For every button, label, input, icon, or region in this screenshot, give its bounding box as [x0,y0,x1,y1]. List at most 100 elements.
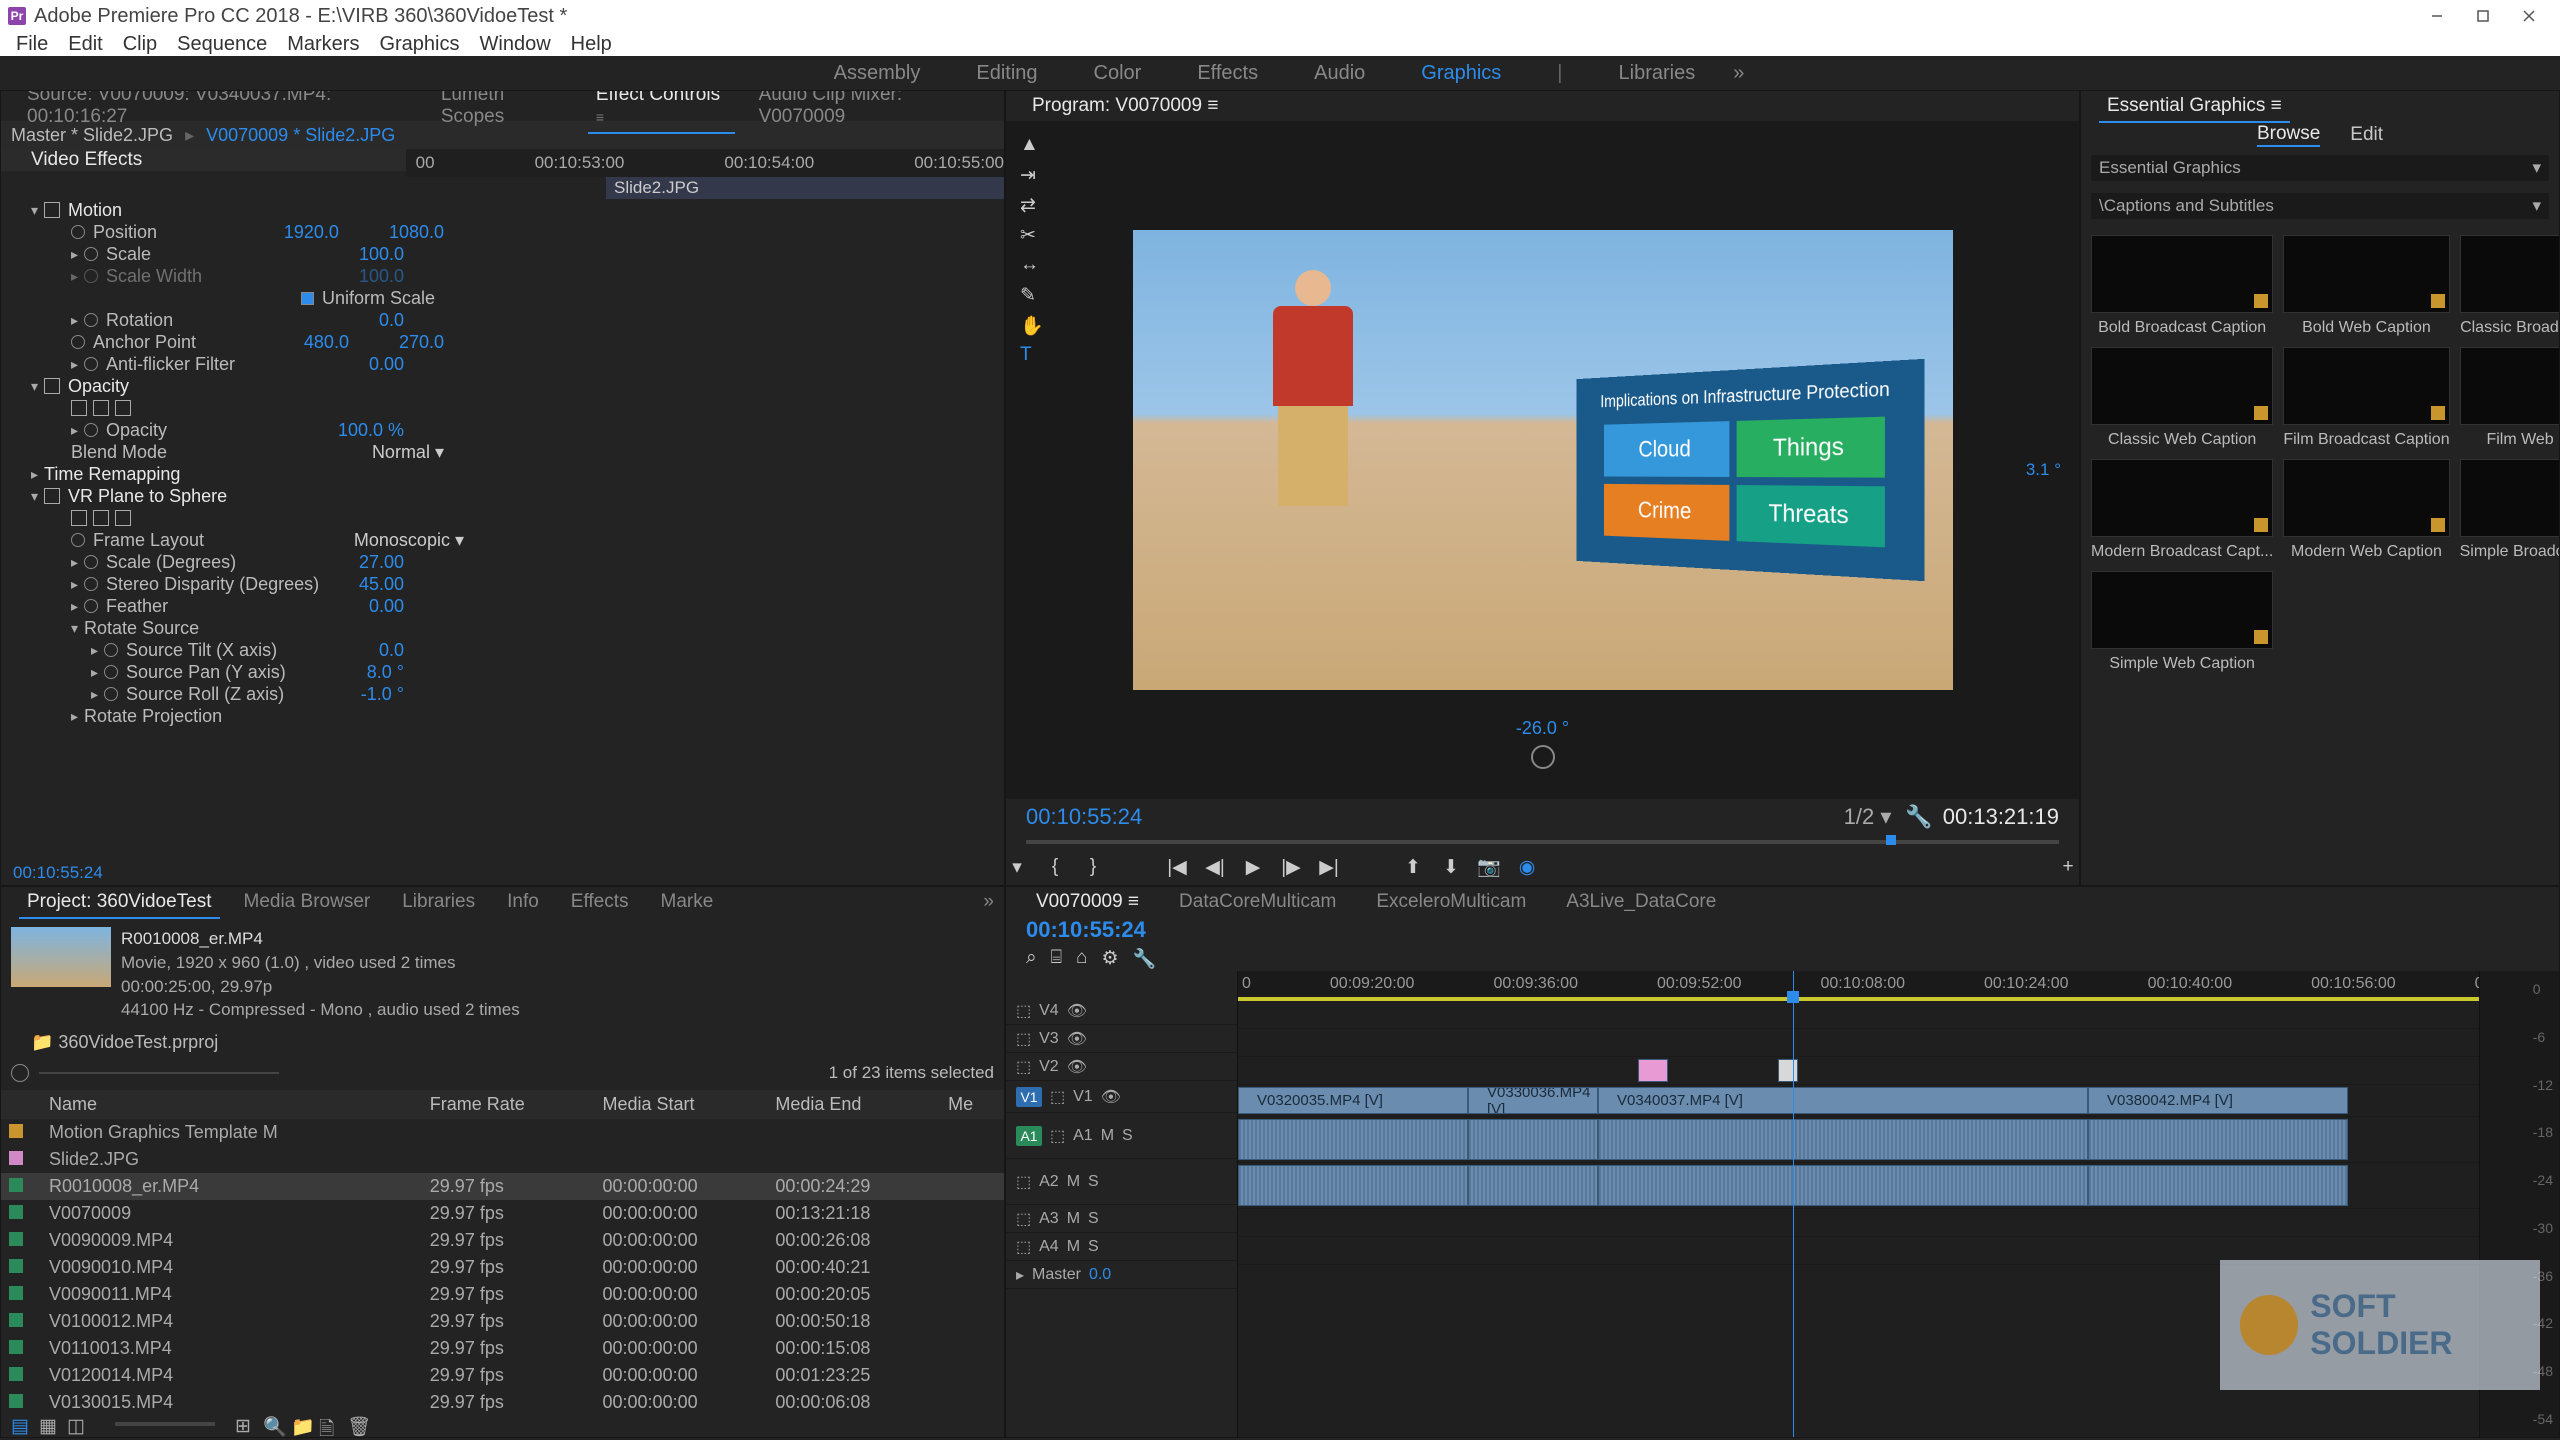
ec-tilt-v[interactable]: 0.0 [379,640,404,661]
stopwatch-icon[interactable] [84,555,98,569]
track-select-icon[interactable]: ⇥ [1020,164,1040,184]
stopwatch-icon[interactable] [84,577,98,591]
ec-position-x[interactable]: 1920.0 [284,222,339,242]
timeline-clip[interactable]: V0330036.MP4 [V] [1468,1087,1598,1114]
project-clip-thumbnail[interactable] [11,927,111,987]
goto-out-button[interactable]: ▶| [1318,856,1340,878]
stopwatch-icon[interactable] [71,533,85,547]
menu-clip[interactable]: Clip [113,33,167,56]
ec-motion[interactable]: Motion [68,200,122,221]
add-marker-button[interactable]: ▾ [1006,856,1028,878]
vr-toggle-button[interactable]: ◉ [1516,856,1538,878]
timeline-clip[interactable] [1638,1059,1668,1082]
stopwatch-icon[interactable] [104,643,118,657]
track-head-master[interactable]: ▸Master0.0 [1006,1261,1237,1289]
workspace-audio[interactable]: Audio [1286,62,1393,85]
project-row[interactable]: Motion Graphics Template M [1,1119,1004,1146]
ec-scale-v[interactable]: 100.0 [359,244,404,265]
stopwatch-icon[interactable] [84,357,98,371]
new-item-button[interactable]: 🗎 [319,1415,337,1433]
workspace-effects[interactable]: Effects [1169,62,1286,85]
ec-vr-plane[interactable]: VR Plane to Sphere [68,486,227,507]
razor-tool-icon[interactable]: ✂ [1020,224,1040,244]
step-fwd-button[interactable]: |▶ [1280,856,1302,878]
search-icon[interactable] [11,1064,29,1082]
button-editor-button[interactable]: + [2057,856,2079,878]
eg-template-item[interactable]: Bold Web Caption [2283,235,2449,337]
hand-tool-icon[interactable]: ✋ [1020,314,1040,334]
project-row[interactable]: V0130015.MP429.97 fps00:00:00:0000:00:06… [1,1389,1004,1411]
mark-in-button[interactable]: { [1044,856,1066,878]
extract-button[interactable]: ⬇ [1440,856,1462,878]
workspace-assembly[interactable]: Assembly [806,62,949,85]
pen-mask-icon[interactable] [115,510,131,526]
ec-frame-dropdown[interactable]: Monoscopic ▾ [354,530,464,551]
ec-anchor-x[interactable]: 480.0 [304,332,349,352]
workspace-editing[interactable]: Editing [948,62,1065,85]
timeline-clip[interactable]: V0380042.MP4 [V] [2088,1087,2348,1114]
timeline-audio-clip[interactable] [1598,1119,2088,1160]
track-head-a1[interactable]: A1⬚A1MS [1006,1113,1237,1159]
ec-pan-v[interactable]: 8.0 ° [367,662,404,683]
export-frame-button[interactable]: 📷 [1478,856,1500,878]
wrench-icon[interactable]: 🔧 [1133,947,1157,971]
ellipse-mask-icon[interactable] [71,510,87,526]
stopwatch-icon[interactable] [104,687,118,701]
project-row[interactable]: V0120014.MP429.97 fps00:00:00:0000:01:23… [1,1362,1004,1389]
track-head-a2[interactable]: ⬚A2MS [1006,1159,1237,1205]
eg-template-item[interactable]: Modern Web Caption [2283,459,2449,561]
timeline-audio-clip[interactable] [2088,1119,2348,1160]
ripple-tool-icon[interactable]: ⇄ [1020,194,1040,214]
eg-folder-dropdown[interactable]: \Captions and Subtitles▾ [2091,193,2549,219]
mark-out-button[interactable]: } [1082,856,1104,878]
delete-button[interactable]: 🗑 [347,1415,365,1433]
tab-lumetri[interactable]: Lumetri Scopes [425,90,580,128]
ec-mini-ruler[interactable]: 00 00:10:53:00 00:10:54:00 00:10:55:00 [406,149,1004,177]
snap-icon[interactable]: ⌕ [1026,947,1037,971]
ec-disparity-v[interactable]: 45.00 [359,574,404,595]
track-head-a4[interactable]: ⬚A4MS [1006,1233,1237,1261]
eg-template-item[interactable]: Bold Broadcast Caption [2091,235,2273,337]
slip-tool-icon[interactable]: ↔ [1020,254,1040,274]
track-head-v1[interactable]: V1⬚V1👁 [1006,1081,1237,1113]
program-preview[interactable]: Implications on Infrastructure Protectio… [1006,121,2079,799]
find-button[interactable]: 🔍 [263,1415,281,1433]
auto-sequence-button[interactable]: ⊞ [235,1415,253,1433]
stopwatch-icon[interactable] [71,225,85,239]
tab-essential-graphics[interactable]: Essential Graphics ≡ [2091,95,2298,117]
tab-sequence[interactable]: A3Live_DataCore [1546,891,1736,913]
vr-orbit-icon[interactable] [1531,745,1555,769]
tab-close-icon[interactable]: ≡ [596,109,604,125]
timeline-playhead[interactable] [1793,971,1794,1437]
workspace-color[interactable]: Color [1066,62,1170,85]
project-row[interactable]: V0090010.MP429.97 fps00:00:00:0000:00:40… [1,1254,1004,1281]
timeline-clip[interactable]: V0320035.MP4 [V] [1238,1087,1468,1114]
tab-sequence[interactable]: ExceleroMulticam [1356,891,1546,913]
ellipse-mask-icon[interactable] [71,400,87,416]
ec-vr-scale-v[interactable]: 27.00 [359,552,404,573]
program-current-tc[interactable]: 00:10:55:24 [1026,804,1142,830]
ec-rotation-v[interactable]: 0.0 [379,310,404,331]
timeline-audio-clip[interactable] [1468,1165,1598,1206]
ec-flicker-v[interactable]: 0.00 [369,354,404,375]
rect-mask-icon[interactable] [93,510,109,526]
timeline-ruler[interactable]: 000:09:20:0000:09:36:0000:09:52:0000:10:… [1238,971,2479,997]
maximize-button[interactable] [2460,0,2506,32]
stopwatch-icon[interactable] [84,313,98,327]
timeline-timecode[interactable]: 00:10:55:24 [1006,917,2559,947]
menu-file[interactable]: File [6,33,58,56]
stopwatch-icon[interactable] [71,335,85,349]
tab-effects[interactable]: Effects [555,891,645,913]
eg-template-item[interactable]: Simple Web Caption [2091,571,2273,673]
project-filter-input[interactable] [39,1072,279,1074]
stopwatch-icon[interactable] [84,599,98,613]
tab-libraries[interactable]: Libraries [386,891,491,913]
timeline-audio-clip[interactable] [1598,1165,2088,1206]
eg-tab-browse[interactable]: Browse [2257,123,2320,147]
ec-position-y[interactable]: 1080.0 [389,222,444,242]
ec-roll-v[interactable]: -1.0 ° [361,684,404,705]
menu-help[interactable]: Help [561,33,622,56]
menu-window[interactable]: Window [470,33,561,56]
ec-opacity-v[interactable]: 100.0 % [338,420,404,441]
goto-in-button[interactable]: |◀ [1166,856,1188,878]
